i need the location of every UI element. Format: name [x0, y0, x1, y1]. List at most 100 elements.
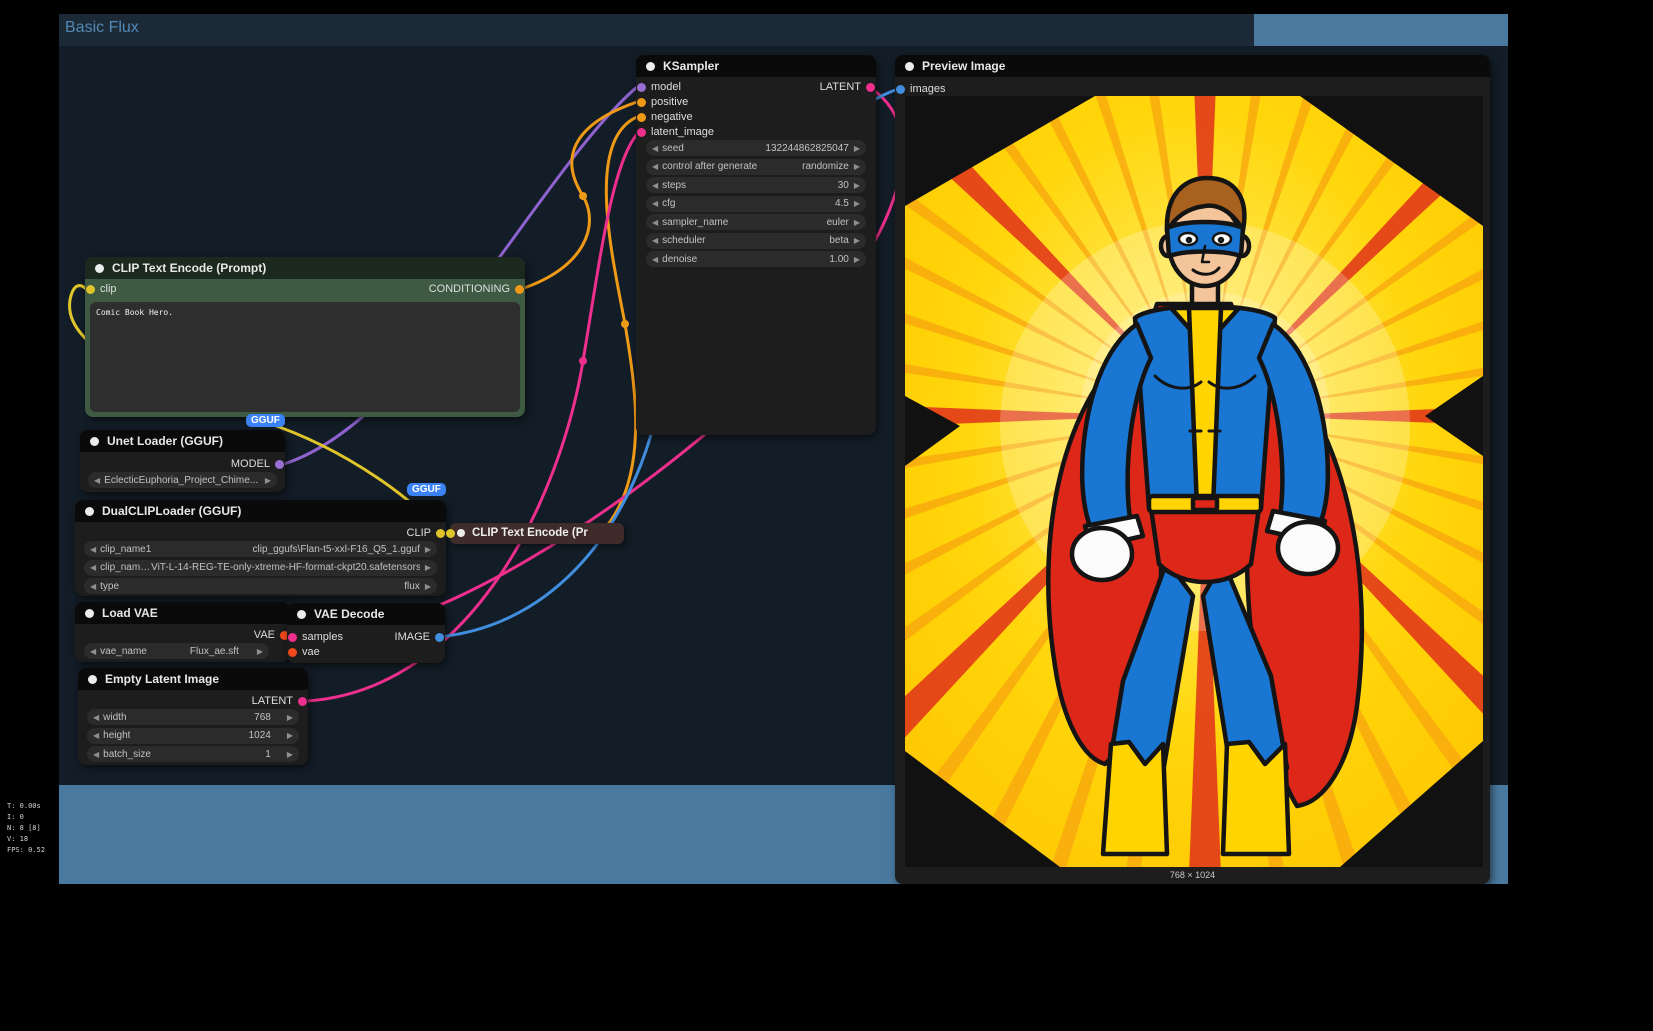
node-vae-decode[interactable]: VAE Decode samples vae IMAGE — [287, 603, 445, 663]
widget-width[interactable]: ◀ width 768 ▶ — [87, 709, 299, 725]
latent-slot-icon[interactable] — [288, 633, 297, 642]
collapse-dot-icon[interactable] — [95, 264, 104, 273]
conditioning-slot-icon[interactable] — [637, 98, 646, 107]
decrement-icon[interactable]: ◀ — [652, 199, 658, 208]
node-dual-clip-header[interactable]: DualCLIPLoader (GGUF) — [75, 500, 446, 522]
node-ksampler-header[interactable]: KSampler — [636, 55, 876, 77]
conditioning-slot-icon[interactable] — [637, 113, 646, 122]
model-slot-icon[interactable] — [275, 460, 284, 469]
node-empty-latent-image[interactable]: Empty Latent Image LATENT ◀ width 768 ▶ … — [78, 668, 308, 765]
increment-icon[interactable]: ▶ — [265, 476, 271, 485]
increment-icon[interactable]: ▶ — [854, 162, 860, 171]
output-slot-vae[interactable]: VAE — [254, 627, 290, 643]
increment-icon[interactable]: ▶ — [425, 563, 431, 572]
decrement-icon[interactable]: ◀ — [93, 750, 99, 759]
increment-icon[interactable]: ▶ — [287, 750, 293, 759]
input-slot-latent-image[interactable]: latent_image — [636, 124, 714, 140]
increment-icon[interactable]: ▶ — [287, 731, 293, 740]
decrement-icon[interactable]: ◀ — [90, 545, 96, 554]
increment-icon[interactable]: ▶ — [287, 713, 293, 722]
conditioning-slot-icon[interactable] — [515, 285, 524, 294]
widget-seed[interactable]: ◀ seed 132244862825047 ▶ — [646, 140, 866, 156]
decrement-icon[interactable]: ◀ — [90, 647, 96, 656]
widget-steps[interactable]: ◀ steps 30 ▶ — [646, 177, 866, 193]
collapse-dot-icon[interactable] — [905, 62, 914, 71]
decrement-icon[interactable]: ◀ — [652, 255, 658, 264]
widget-vae-name[interactable]: ◀ vae_name Flux_ae.sft ▶ — [84, 643, 269, 659]
node-load-vae[interactable]: Load VAE VAE ◀ vae_name Flux_ae.sft ▶ — [75, 602, 290, 662]
node-dual-clip-loader-gguf[interactable]: DualCLIPLoader (GGUF) CLIP ◀ clip_name1 … — [75, 500, 446, 596]
widget-type[interactable]: ◀ type flux ▶ — [84, 578, 437, 594]
widget-batch-size[interactable]: ◀ batch_size 1 ▶ — [87, 746, 299, 762]
widget-height[interactable]: ◀ height 1024 ▶ — [87, 728, 299, 744]
model-slot-icon[interactable] — [637, 83, 646, 92]
decrement-icon[interactable]: ◀ — [652, 181, 658, 190]
output-slot-clip[interactable]: CLIP — [407, 525, 446, 541]
collapse-dot-icon[interactable] — [646, 62, 655, 71]
widget-sampler-name[interactable]: ◀ sampler_name euler ▶ — [646, 214, 866, 230]
increment-icon[interactable]: ▶ — [854, 144, 860, 153]
increment-icon[interactable]: ▶ — [854, 181, 860, 190]
widget-scheduler[interactable]: ◀ scheduler beta ▶ — [646, 233, 866, 249]
increment-icon[interactable]: ▶ — [854, 236, 860, 245]
node-preview-image[interactable]: Preview Image images — [895, 55, 1490, 884]
latent-slot-icon[interactable] — [298, 697, 307, 706]
input-slot-negative[interactable]: negative — [636, 109, 693, 125]
output-slot-conditioning[interactable]: CONDITIONING — [429, 281, 525, 297]
input-slot-images[interactable]: images — [895, 81, 945, 97]
tab-basic-flux[interactable]: Basic Flux — [65, 19, 139, 37]
clip-slot-icon[interactable] — [436, 529, 445, 538]
collapse-dot-icon[interactable] — [90, 437, 99, 446]
widget-unet-name[interactable]: ◀ EclecticEuphoria_Project_Chime... ▶ — [88, 472, 277, 488]
decrement-icon[interactable]: ◀ — [90, 563, 96, 572]
decrement-icon[interactable]: ◀ — [652, 236, 658, 245]
decrement-icon[interactable]: ◀ — [93, 713, 99, 722]
node-clip-prompt-header[interactable]: CLIP Text Encode (Prompt) — [85, 257, 525, 279]
node-clip-text-encode-collapsed[interactable]: CLIP Text Encode (Pr — [450, 523, 624, 544]
decrement-icon[interactable]: ◀ — [93, 731, 99, 740]
input-slot-vae[interactable]: vae — [287, 644, 320, 660]
output-slot-latent[interactable]: LATENT — [252, 693, 308, 709]
output-slot-latent[interactable]: LATENT — [820, 79, 876, 95]
image-slot-icon[interactable] — [435, 633, 444, 642]
collapse-dot-icon[interactable] — [297, 610, 306, 619]
image-slot-icon[interactable] — [896, 85, 905, 94]
node-unet-loader-header[interactable]: Unet Loader (GGUF) — [80, 430, 285, 452]
input-slot-samples[interactable]: samples — [287, 629, 343, 645]
clip-slot-icon[interactable] — [86, 285, 95, 294]
output-slot-image[interactable]: IMAGE — [395, 629, 445, 645]
collapse-dot-icon[interactable] — [85, 507, 94, 516]
decrement-icon[interactable]: ◀ — [94, 476, 100, 485]
clip-slot-icon[interactable] — [446, 529, 455, 538]
decrement-icon[interactable]: ◀ — [652, 162, 658, 171]
widget-clip-name2[interactable]: ◀ clip_name2 ViT-L-14-REG-TE-only-xtreme… — [84, 560, 437, 576]
increment-icon[interactable]: ▶ — [854, 255, 860, 264]
workflow-tab-bar[interactable]: Basic Flux — [59, 14, 1254, 46]
decrement-icon[interactable]: ◀ — [652, 218, 658, 227]
input-slot-model[interactable]: model — [636, 79, 681, 95]
node-vae-decode-header[interactable]: VAE Decode — [287, 603, 445, 625]
node-empty-latent-header[interactable]: Empty Latent Image — [78, 668, 308, 690]
increment-icon[interactable]: ▶ — [425, 545, 431, 554]
widget-clip-name1[interactable]: ◀ clip_name1 clip_ggufs\Flan-t5-xxl-F16_… — [84, 541, 437, 557]
decrement-icon[interactable]: ◀ — [90, 582, 96, 591]
latent-slot-icon[interactable] — [637, 128, 646, 137]
increment-icon[interactable]: ▶ — [854, 199, 860, 208]
prompt-textarea[interactable]: Comic Book Hero. — [90, 302, 520, 412]
collapse-dot-icon[interactable] — [457, 529, 465, 537]
latent-slot-icon[interactable] — [866, 83, 875, 92]
node-ksampler[interactable]: KSampler model positive negative latent_… — [636, 55, 876, 435]
input-slot-positive[interactable]: positive — [636, 94, 688, 110]
widget-control-after-generate[interactable]: ◀ control after generate randomize ▶ — [646, 159, 866, 175]
node-unet-loader-gguf[interactable]: Unet Loader (GGUF) MODEL ◀ EclecticEupho… — [80, 430, 285, 492]
output-slot-model[interactable]: MODEL — [231, 456, 285, 472]
node-preview-header[interactable]: Preview Image — [895, 55, 1490, 77]
widget-cfg[interactable]: ◀ cfg 4.5 ▶ — [646, 196, 866, 212]
widget-denoise[interactable]: ◀ denoise 1.00 ▶ — [646, 251, 866, 267]
increment-icon[interactable]: ▶ — [257, 647, 263, 656]
node-load-vae-header[interactable]: Load VAE — [75, 602, 290, 624]
vae-slot-icon[interactable] — [288, 648, 297, 657]
decrement-icon[interactable]: ◀ — [652, 144, 658, 153]
collapse-dot-icon[interactable] — [88, 675, 97, 684]
node-clip-text-encode-prompt[interactable]: CLIP Text Encode (Prompt) clip CONDITION… — [85, 257, 525, 417]
